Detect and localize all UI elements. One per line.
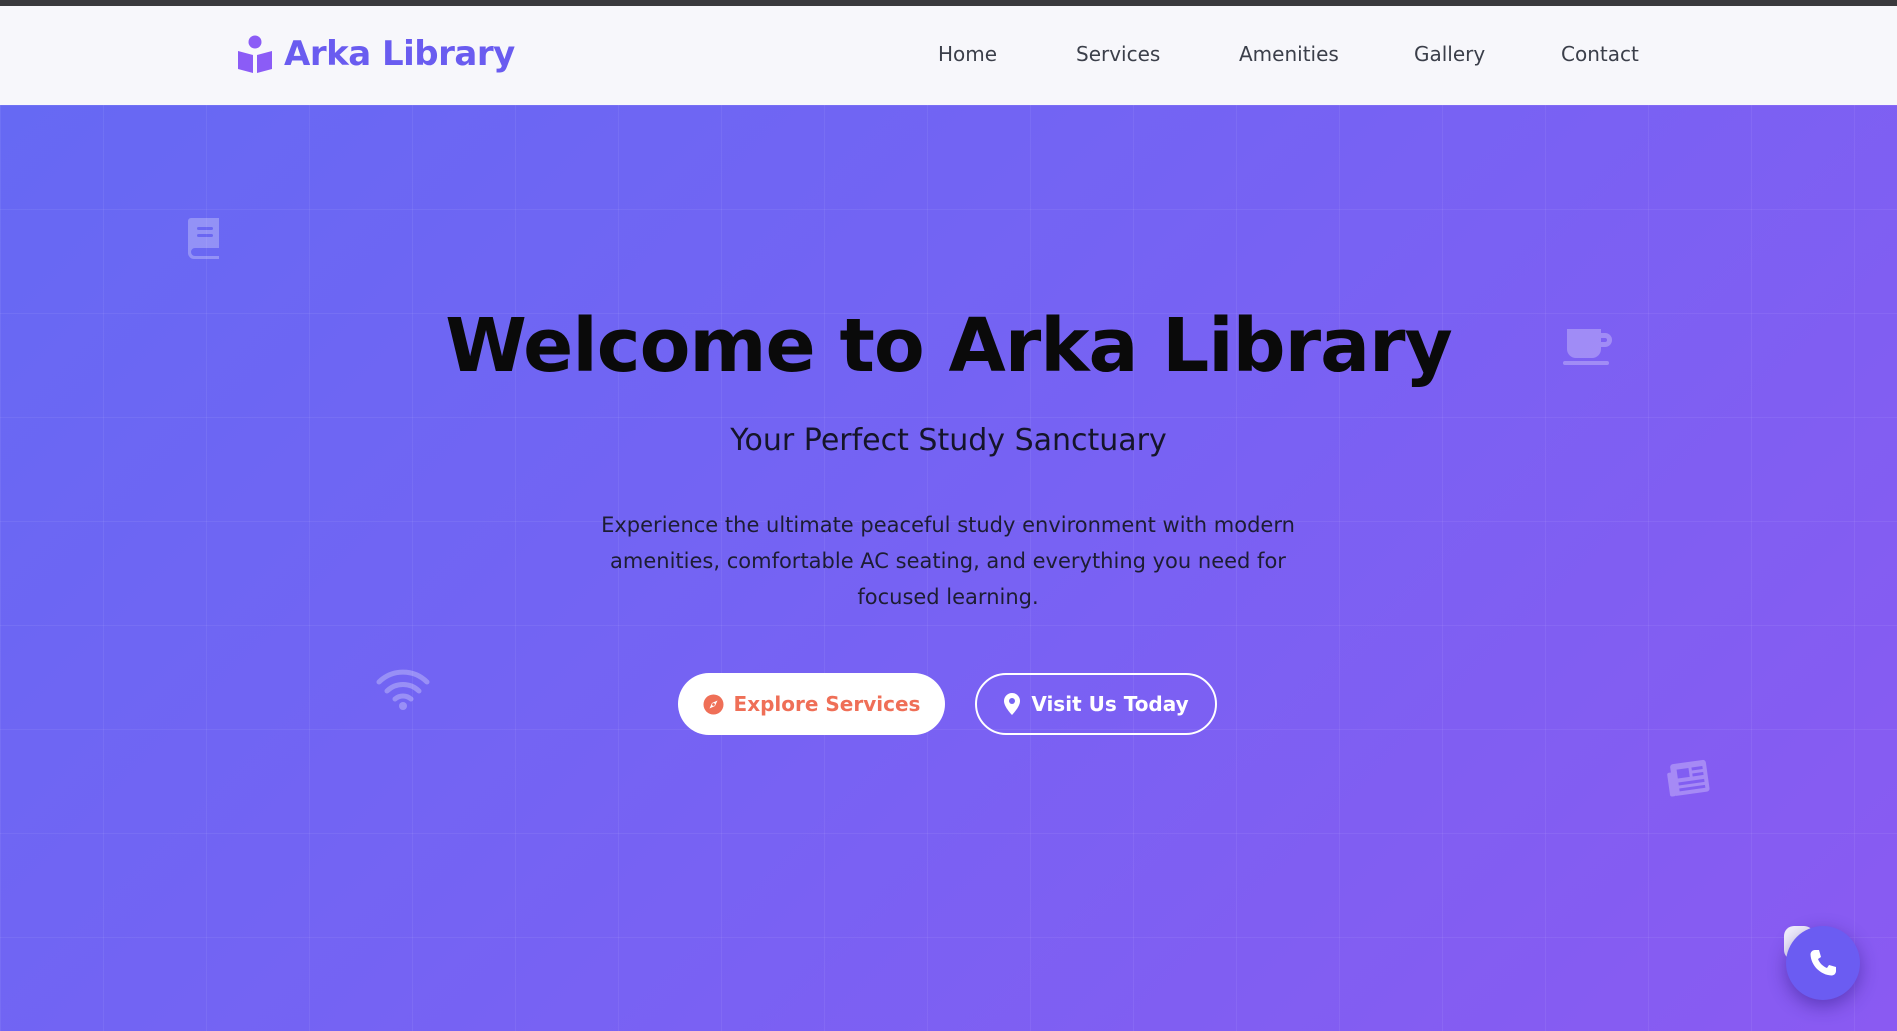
hero-subtitle: Your Perfect Study Sanctuary <box>730 423 1167 458</box>
navbar: Arka Library Home Services Amenities Gal… <box>0 6 1897 105</box>
wifi-icon <box>376 669 430 710</box>
nav-contact[interactable]: Contact <box>1561 42 1639 66</box>
brand-name: Arka Library <box>284 34 515 74</box>
visit-us-label: Visit Us Today <box>1031 692 1189 716</box>
book-icon <box>188 218 219 259</box>
nav-services[interactable]: Services <box>1076 42 1160 66</box>
newspaper-icon <box>1667 759 1710 797</box>
hero-section: Welcome to Arka Library Your Perfect Stu… <box>0 105 1897 1031</box>
brand-logo[interactable]: Arka Library <box>236 34 515 74</box>
nav-amenities[interactable]: Amenities <box>1239 42 1339 66</box>
hero-title: Welcome to Arka Library <box>445 303 1453 389</box>
hero-description: Experience the ultimate peaceful study e… <box>601 513 1295 609</box>
compass-icon <box>703 694 724 714</box>
explore-services-label: Explore Services <box>733 692 921 716</box>
explore-services-button[interactable]: Explore Services <box>678 673 945 735</box>
reading-person-icon <box>238 35 272 73</box>
visit-us-button[interactable]: Visit Us Today <box>975 673 1217 735</box>
nav-gallery[interactable]: Gallery <box>1414 42 1485 66</box>
map-pin-icon <box>1004 693 1021 715</box>
nav-home[interactable]: Home <box>938 42 997 66</box>
call-floating-button[interactable] <box>1786 926 1860 1000</box>
phone-icon <box>1810 950 1836 976</box>
